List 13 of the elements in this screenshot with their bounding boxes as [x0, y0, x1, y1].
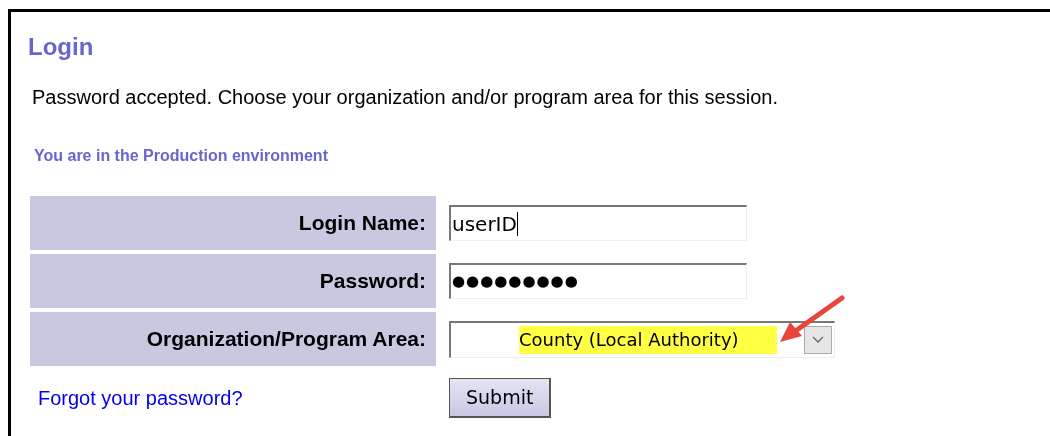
- field-label: Password:: [30, 254, 436, 308]
- chevron-down-icon[interactable]: [804, 325, 832, 354]
- status-message: Password accepted. Choose your organization and/or program area for this session.: [32, 85, 778, 110]
- forgot-password-link[interactable]: Forgot your password?: [38, 387, 243, 409]
- pointer-arrow: [780, 295, 845, 342]
- environment-notice: You are in the Production environment: [34, 146, 328, 166]
- field-label: Organization/Program Area:: [30, 312, 436, 366]
- password-field[interactable]: ●●●●●●●●●: [449, 263, 747, 299]
- organization-dropdown[interactable]: County (Local Authority): [449, 320, 835, 358]
- page-title: Login: [28, 32, 94, 62]
- field-label: Login Name:: [30, 196, 436, 250]
- submit-button[interactable]: Submit: [449, 378, 552, 418]
- login-name-field[interactable]: userID: [449, 205, 747, 241]
